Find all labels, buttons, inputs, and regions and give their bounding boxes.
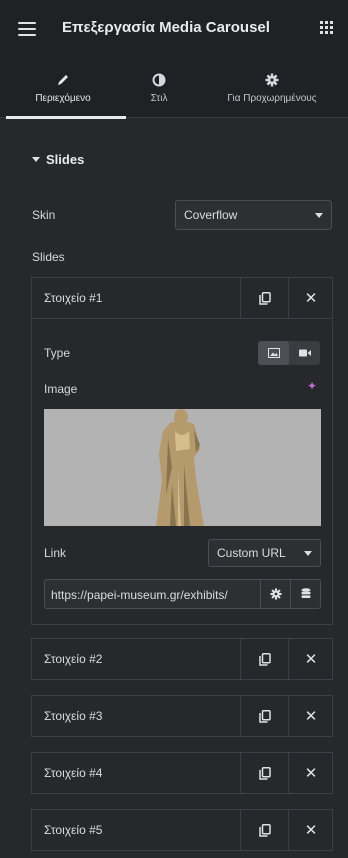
link-select[interactable]: Custom URL	[208, 539, 321, 567]
duplicate-icon[interactable]	[240, 810, 288, 850]
skin-value: Coverflow	[184, 208, 238, 222]
repeater-item-2[interactable]: Στοιχείο #2 ✕	[31, 638, 333, 680]
image-label: Image	[44, 382, 78, 396]
gear-icon[interactable]	[260, 580, 290, 608]
tab-label: Για Προχωρημένους	[227, 93, 317, 104]
item-title: Στοιχείο #3	[44, 709, 103, 723]
repeater-item-3[interactable]: Στοιχείο #3 ✕	[31, 695, 333, 737]
chevron-down-icon	[304, 551, 312, 556]
type-toggle	[258, 341, 320, 365]
item-title: Στοιχείο #2	[44, 652, 103, 666]
database-icon[interactable]	[290, 580, 320, 608]
chevron-down-icon	[315, 213, 323, 218]
type-label: Type	[44, 346, 71, 360]
section-toggle-slides[interactable]: Slides	[32, 152, 84, 167]
widgets-grid-icon[interactable]	[320, 21, 333, 34]
image-preview[interactable]	[44, 409, 321, 526]
tab-advanced[interactable]: Για Προχωρημένους	[196, 58, 348, 118]
skin-select[interactable]: Coverflow	[175, 200, 332, 230]
section-title: Slides	[46, 152, 85, 167]
editor-header: Επεξεργασία Media Carousel	[0, 0, 348, 58]
close-icon[interactable]: ✕	[288, 696, 333, 736]
panel-title: Επεξεργασία Media Carousel	[62, 19, 270, 36]
tab-content[interactable]: Περιεχόμενο	[0, 58, 126, 119]
repeater-item-1-content: Type Image ✦ Link Custom URL https://pap…	[31, 321, 333, 625]
caret-down-icon	[32, 157, 40, 162]
statue-image	[44, 409, 321, 526]
item-title: Στοιχείο #5	[44, 823, 103, 837]
repeater-item-5[interactable]: Στοιχείο #5 ✕	[31, 809, 333, 851]
duplicate-icon[interactable]	[240, 753, 288, 793]
close-icon[interactable]: ✕	[288, 639, 333, 679]
duplicate-icon[interactable]	[240, 278, 288, 318]
tab-label: Περιεχόμενο	[35, 93, 91, 104]
pencil-icon	[56, 72, 70, 88]
tab-label: Στιλ	[150, 93, 168, 104]
tab-style[interactable]: Στιλ	[126, 58, 192, 118]
repeater-item-4[interactable]: Στοιχείο #4 ✕	[31, 752, 333, 794]
slides-label: Slides	[32, 250, 65, 264]
close-icon[interactable]: ✕	[288, 278, 333, 318]
url-value[interactable]: https://papei-museum.gr/exhibits/	[51, 588, 256, 602]
duplicate-icon[interactable]	[240, 696, 288, 736]
image-icon[interactable]	[258, 341, 289, 365]
video-camera-icon[interactable]	[289, 341, 320, 365]
gear-icon	[265, 72, 279, 88]
close-icon[interactable]: ✕	[288, 753, 333, 793]
url-input[interactable]: https://papei-museum.gr/exhibits/	[44, 579, 321, 609]
skin-label: Skin	[32, 208, 56, 222]
link-value: Custom URL	[217, 546, 286, 560]
link-label: Link	[44, 546, 67, 560]
hamburger-menu-icon[interactable]	[18, 22, 36, 36]
repeater-item-1[interactable]: Στοιχείο #1 ✕	[31, 277, 333, 319]
item-title: Στοιχείο #4	[44, 766, 103, 780]
item-title: Στοιχείο #1	[44, 291, 103, 305]
panel-tabs: Περιεχόμενο Στιλ Για Προχωρημένους	[0, 58, 348, 119]
ai-sparkle-icon[interactable]: ✦	[307, 379, 317, 393]
duplicate-icon[interactable]	[240, 639, 288, 679]
half-circle-icon	[152, 72, 166, 88]
close-icon[interactable]: ✕	[288, 810, 333, 850]
